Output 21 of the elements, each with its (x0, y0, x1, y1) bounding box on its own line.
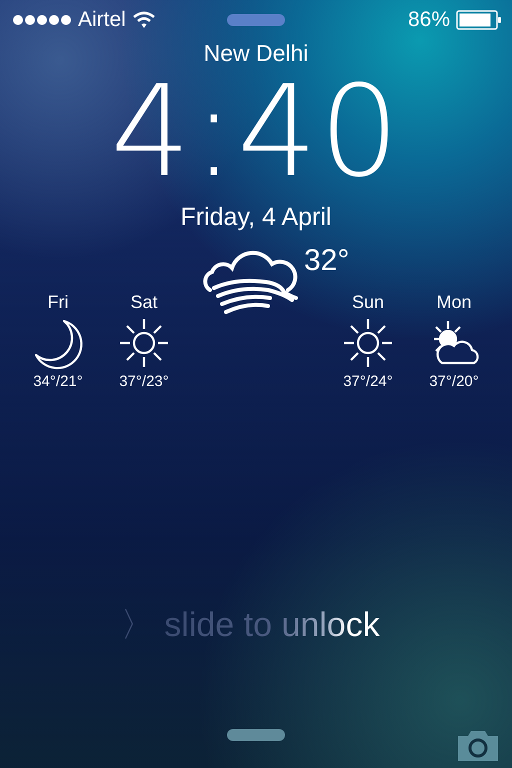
forecast-day: Sat (130, 292, 158, 313)
chevron-icon: 〉 (120, 602, 154, 648)
control-center-handle[interactable] (227, 729, 285, 741)
forecast-temperature: 37°/23° (119, 373, 169, 390)
forecast-temperature: 37°/20° (429, 373, 479, 390)
battery-percentage: 86% (408, 8, 450, 32)
notification-handle[interactable] (227, 14, 285, 26)
wifi-icon (132, 11, 156, 29)
forecast-day: Mon (436, 292, 472, 313)
camera-icon[interactable] (456, 728, 500, 762)
current-temperature: 32° (304, 244, 350, 278)
forecast-temperature: 34°/21° (33, 373, 83, 390)
date-label: Friday, 4 April (180, 203, 332, 232)
city-name: New Delhi (204, 40, 308, 67)
forecast-temperature: 37°/24° (343, 373, 393, 390)
clock-time: 4:40 (110, 67, 402, 197)
forecast-day: Fri (48, 292, 68, 313)
carrier-name: Airtel (78, 8, 126, 32)
battery-icon (456, 10, 502, 30)
forecast-day: Sun (352, 292, 384, 313)
signal-icon (12, 14, 72, 26)
